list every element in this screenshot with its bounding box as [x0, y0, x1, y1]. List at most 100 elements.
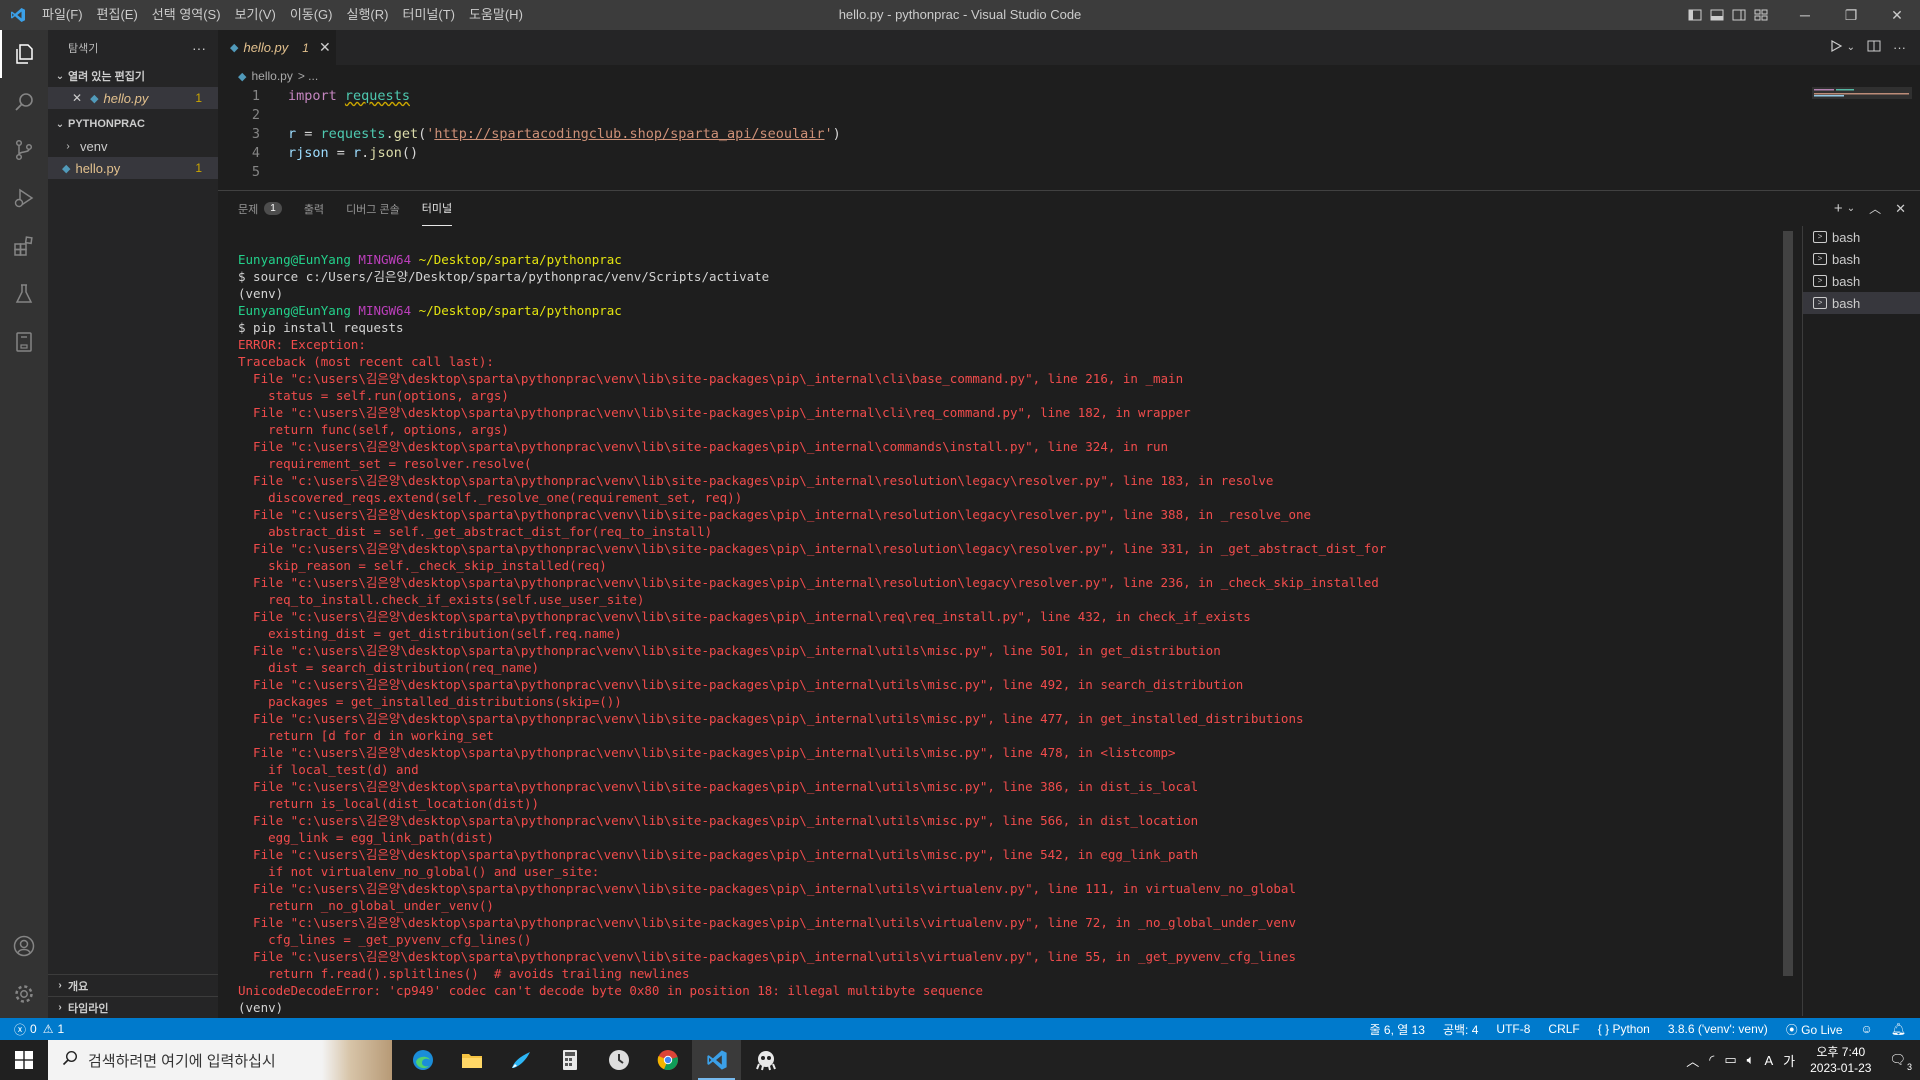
- language-mode[interactable]: { } Python: [1598, 1022, 1650, 1036]
- menu-edit[interactable]: 편집(E): [90, 0, 145, 30]
- tab-problems[interactable]: 문제 1: [238, 191, 282, 226]
- line-ending[interactable]: CRLF: [1548, 1022, 1579, 1036]
- ime-mode-indicator[interactable]: A: [1759, 1053, 1778, 1068]
- chrome-browser-icon[interactable]: [643, 1040, 692, 1080]
- menu-go[interactable]: 이동(G): [283, 0, 340, 30]
- show-hidden-icons-chevron-icon[interactable]: ︿: [1681, 1051, 1704, 1070]
- volume-icon[interactable]: 🔈︎: [1742, 1052, 1760, 1068]
- extensions-icon[interactable]: [0, 222, 48, 270]
- windows-start-icon[interactable]: [0, 1040, 48, 1080]
- taskbar-search-box[interactable]: 검색하려면 여기에 입력하십시: [48, 1040, 392, 1080]
- remote-explorer-icon[interactable]: [0, 318, 48, 366]
- customize-layout-icon[interactable]: [1750, 0, 1772, 30]
- terminal-output[interactable]: Eunyang@EunYang MINGW64 ~/Desktop/sparta…: [238, 251, 1808, 1016]
- action-center-icon[interactable]: 🗨︎ 3: [1881, 1052, 1920, 1072]
- more-actions-icon[interactable]: ···: [192, 40, 206, 56]
- cursor-position[interactable]: 줄 6, 열 13: [1370, 1021, 1425, 1038]
- menu-terminal[interactable]: 터미널(T): [395, 0, 461, 30]
- code-line: 3 r = requests.get('http://spartacodingc…: [218, 125, 1920, 144]
- vscode-taskbar-icon[interactable]: [692, 1040, 741, 1080]
- terminal-instance[interactable]: > bash: [1803, 270, 1920, 292]
- gitkraken-icon[interactable]: [741, 1040, 790, 1080]
- go-live-label: Go Live: [1801, 1022, 1843, 1037]
- run-python-file-icon[interactable]: [1829, 39, 1843, 56]
- restore-icon[interactable]: ❐: [1828, 0, 1874, 30]
- edge-browser-icon[interactable]: [398, 1040, 447, 1080]
- minimize-icon[interactable]: ─: [1782, 0, 1828, 30]
- error-icon: ⓧ: [14, 1022, 27, 1037]
- terminal-error-line: if local_test(d) and: [238, 762, 419, 777]
- file-label: hello.py: [75, 160, 121, 176]
- new-terminal-plus-icon[interactable]: +: [1834, 200, 1843, 217]
- bottom-panel: 문제 1 출력 디버그 콘솔 터미널 + ⌄ ︿ ✕ Eunyang@EunYa…: [218, 190, 1920, 1018]
- explorer-icon[interactable]: [0, 30, 48, 78]
- timeline-section[interactable]: › 타임라인: [48, 996, 218, 1018]
- indentation[interactable]: 공백: 4: [1443, 1021, 1478, 1038]
- menu-selection[interactable]: 선택 영역(S): [145, 0, 228, 30]
- go-live-button[interactable]: ⦿ Go Live: [1786, 1021, 1843, 1038]
- source-control-icon[interactable]: [0, 126, 48, 174]
- terminal-instance[interactable]: > bash: [1803, 248, 1920, 270]
- toggle-secondary-sidebar-icon[interactable]: [1728, 0, 1750, 30]
- search-icon[interactable]: [0, 78, 48, 126]
- maximize-panel-icon[interactable]: ︿: [1869, 200, 1881, 217]
- run-debug-icon[interactable]: [0, 174, 48, 222]
- ime-language-indicator[interactable]: 가: [1778, 1051, 1800, 1070]
- menu-help[interactable]: 도움말(H): [462, 0, 530, 30]
- minimap[interactable]: [1812, 87, 1912, 190]
- title-bar: 파일(F) 편집(E) 선택 영역(S) 보기(V) 이동(G) 실행(R) 터…: [0, 0, 1920, 30]
- tree-item-hello-py[interactable]: ◆ hello.py 1: [48, 157, 218, 179]
- editor-more-icon[interactable]: ···: [1893, 40, 1906, 55]
- clock-app-icon[interactable]: [594, 1040, 643, 1080]
- file-explorer-icon[interactable]: [447, 1040, 496, 1080]
- notifications-bell-icon[interactable]: 🔔︎: [1891, 1022, 1906, 1036]
- split-editor-icon[interactable]: [1867, 39, 1881, 56]
- close-tab-icon[interactable]: ✕: [319, 39, 331, 56]
- settings-gear-icon[interactable]: [0, 970, 48, 1018]
- accounts-icon[interactable]: [0, 922, 48, 970]
- menu-run[interactable]: 실행(R): [340, 0, 396, 30]
- terminal-instance[interactable]: > bash: [1803, 226, 1920, 248]
- terminal-error-line: if not virtualenv_no_global() and user_s…: [238, 864, 600, 879]
- toggle-panel-icon[interactable]: [1706, 0, 1728, 30]
- project-section[interactable]: ⌄ PYTHONPRAC: [48, 113, 218, 135]
- code-line: 5: [218, 163, 1920, 182]
- tab-debug-console[interactable]: 디버그 콘솔: [346, 191, 400, 226]
- terminal-scrollbar[interactable]: [1783, 231, 1793, 976]
- problems-status[interactable]: ⓧ 0 ⚠ 1: [0, 1021, 64, 1038]
- menu-view[interactable]: 보기(V): [228, 0, 283, 30]
- tab-hello-py[interactable]: ◆ hello.py 1 ✕: [218, 30, 336, 65]
- toggle-primary-sidebar-icon[interactable]: [1684, 0, 1706, 30]
- python-interpreter[interactable]: 3.8.6 ('venv': venv): [1668, 1022, 1768, 1036]
- close-window-icon[interactable]: ✕: [1874, 0, 1920, 30]
- url-string[interactable]: http://spartacodingclub.shop/sparta_api/…: [434, 126, 824, 142]
- open-editors-section[interactable]: ⌄ 열려 있는 편집기: [48, 65, 218, 87]
- terminal-dropdown-chevron-icon[interactable]: ⌄: [1847, 203, 1855, 214]
- folder-label: venv: [80, 138, 108, 154]
- tree-item-venv[interactable]: › venv: [48, 135, 218, 157]
- feedback-icon[interactable]: ☺: [1861, 1022, 1873, 1036]
- outline-section[interactable]: › 개요: [48, 974, 218, 996]
- tab-terminal[interactable]: 터미널: [421, 191, 453, 226]
- breadcrumb-file[interactable]: hello.py: [251, 69, 292, 83]
- close-editor-icon[interactable]: ✕: [72, 91, 82, 105]
- menu-file[interactable]: 파일(F): [35, 0, 90, 30]
- terminal-error-line: discovered_reqs.extend(self._resolve_one…: [238, 490, 743, 505]
- taskbar-clock[interactable]: 오후 7:40 2023-01-23: [1800, 1044, 1881, 1076]
- open-editor-item[interactable]: ✕ ◆ hello.py 1: [48, 87, 218, 109]
- terminal-instance[interactable]: > bash: [1803, 292, 1920, 314]
- network-icon[interactable]: ◜: [1704, 1052, 1719, 1068]
- terminal-error-line: File "c:\users\김은양\desktop\sparta\python…: [238, 745, 1176, 760]
- paint-app-icon[interactable]: [496, 1040, 545, 1080]
- calculator-icon[interactable]: [545, 1040, 594, 1080]
- tab-label: 디버그 콘솔: [346, 203, 400, 216]
- breadcrumb-symbols[interactable]: > ...: [298, 69, 318, 83]
- code-editor[interactable]: 1 import requests 2 3 r = requests.get('…: [218, 87, 1920, 190]
- power-icon[interactable]: ▭: [1719, 1052, 1741, 1068]
- close-panel-icon[interactable]: ✕: [1895, 201, 1906, 217]
- testing-icon[interactable]: [0, 270, 48, 318]
- encoding[interactable]: UTF-8: [1496, 1022, 1530, 1036]
- prompt-host: MINGW64: [358, 252, 412, 267]
- tab-output[interactable]: 출력: [304, 191, 324, 226]
- run-dropdown-chevron-icon[interactable]: ⌄: [1847, 42, 1855, 53]
